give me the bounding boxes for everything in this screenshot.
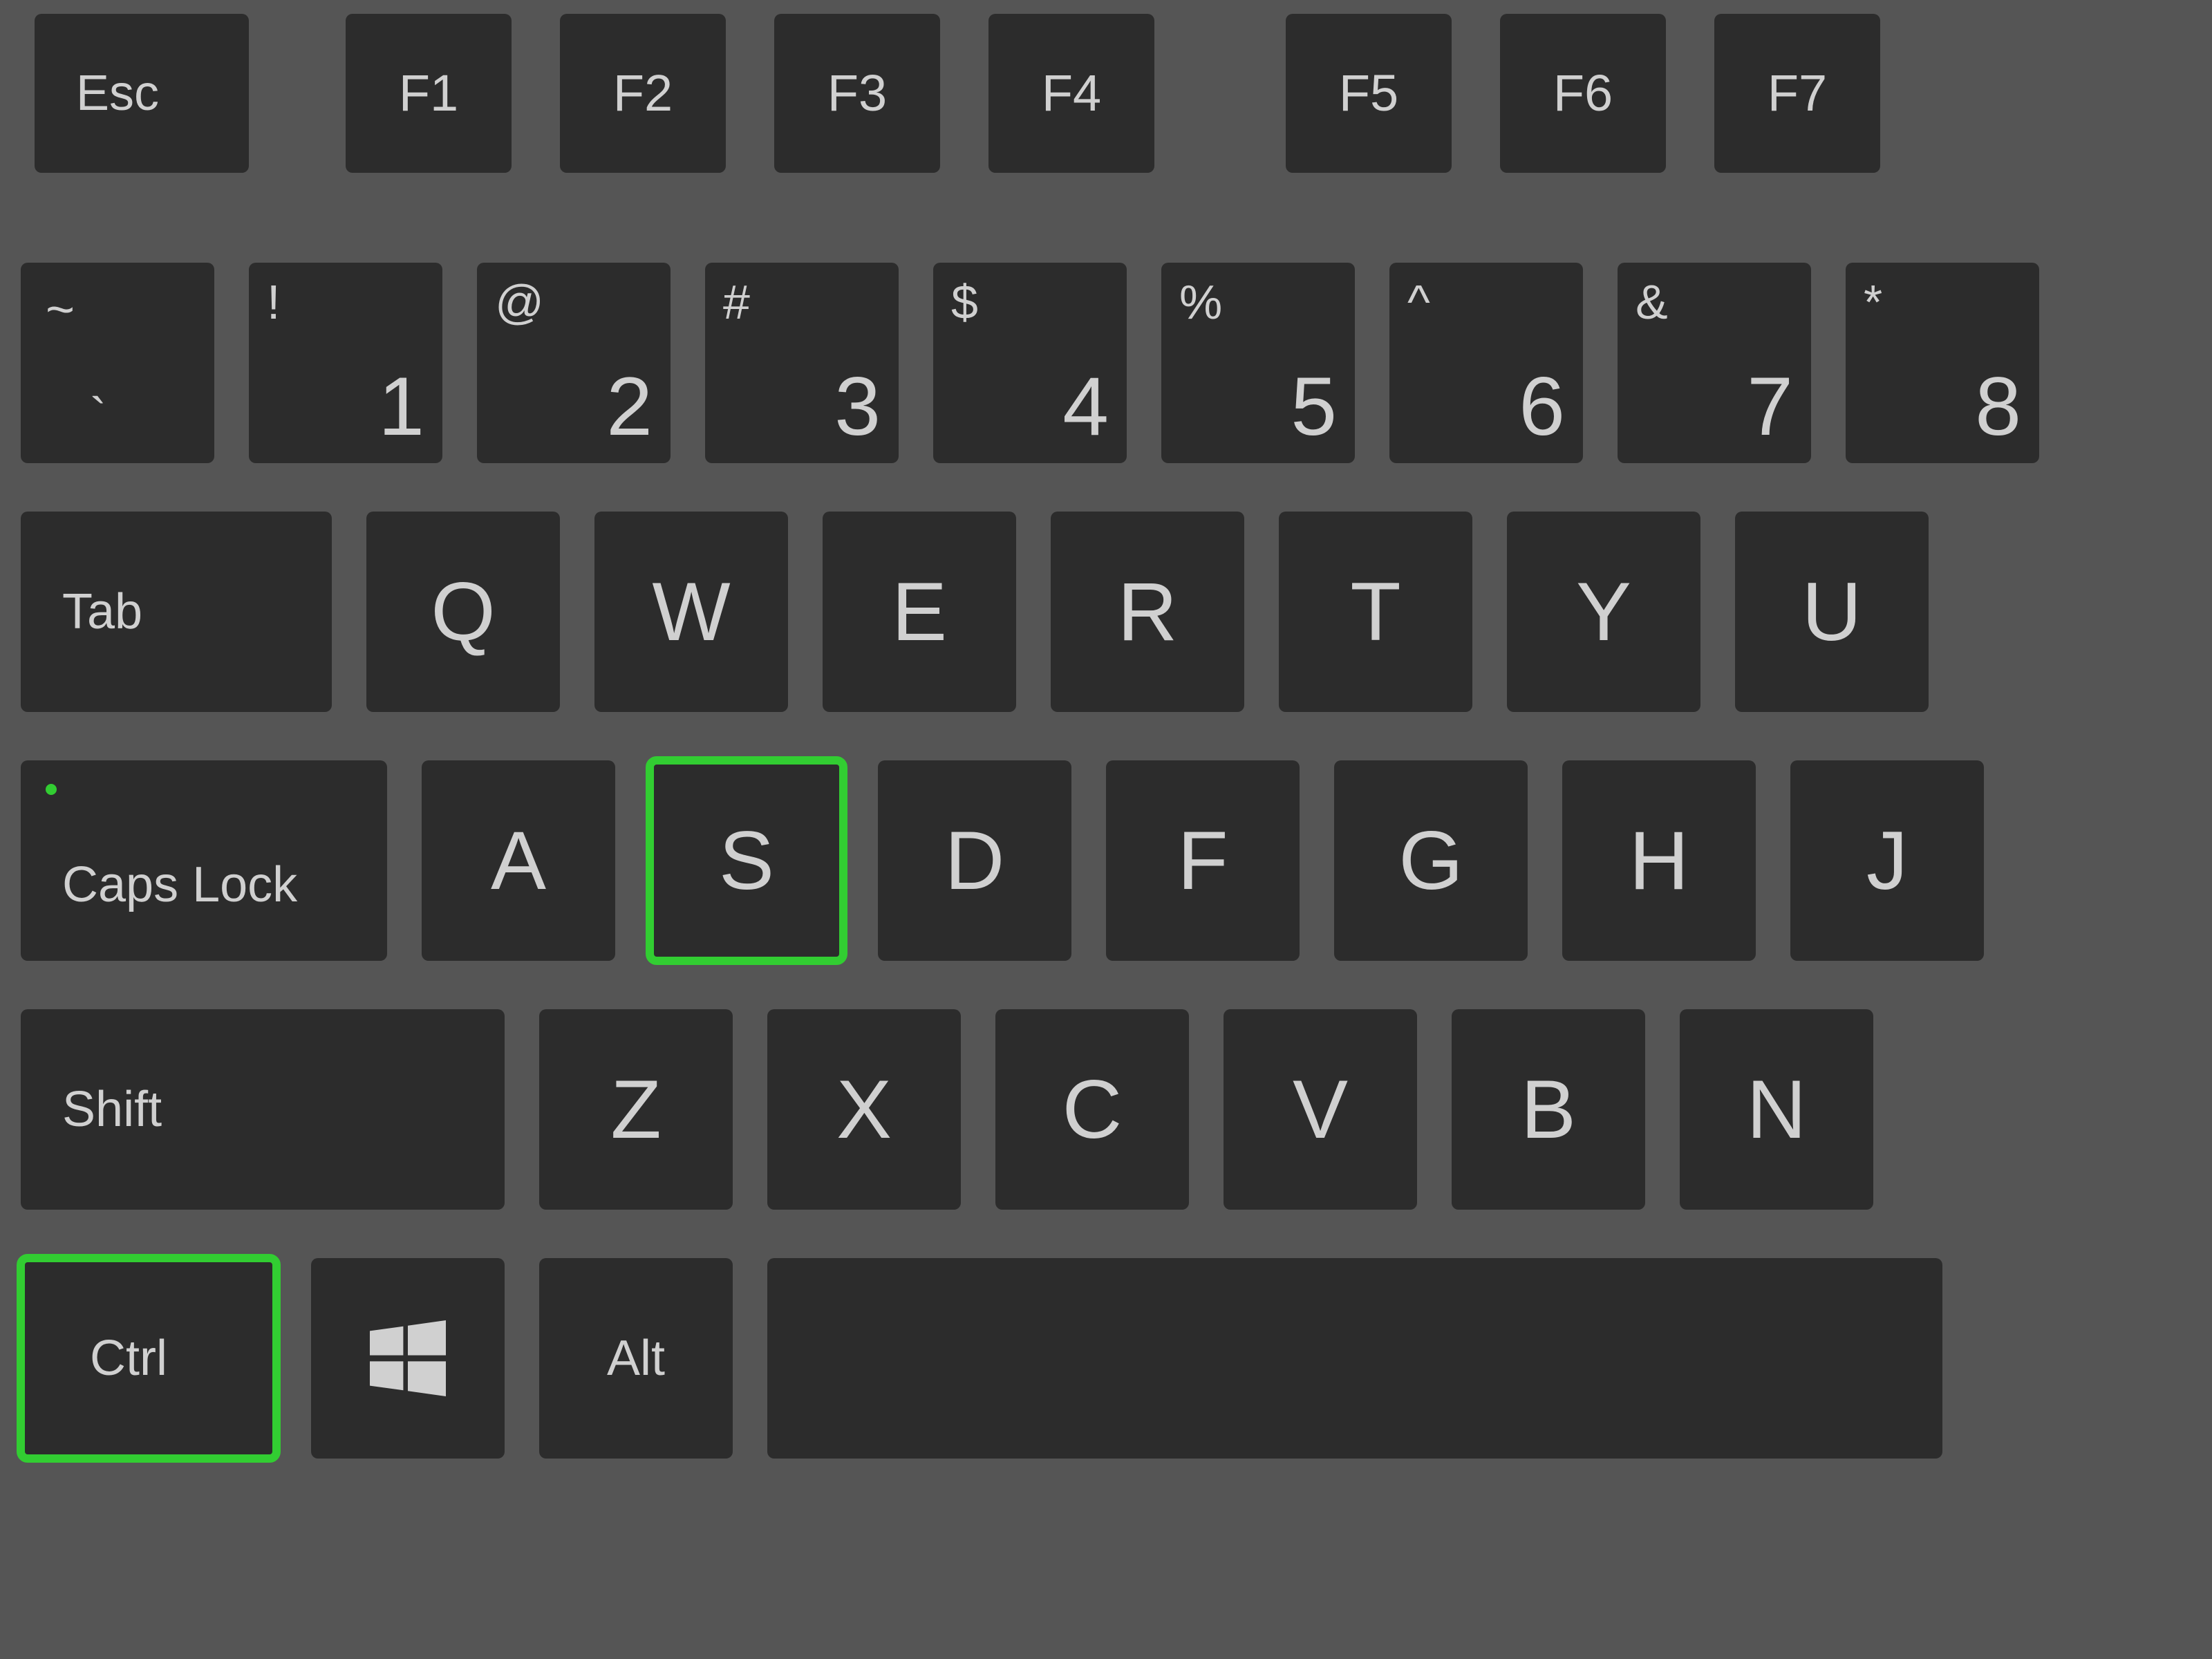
key-w[interactable]: W	[594, 512, 788, 712]
key-tab[interactable]: Tab	[21, 512, 332, 712]
key-s[interactable]: S	[650, 760, 843, 961]
key-j[interactable]: J	[1790, 760, 1984, 961]
key-f[interactable]: F	[1106, 760, 1300, 961]
key-alt-label: Alt	[607, 1333, 665, 1383]
key-4-upper: $	[951, 278, 978, 326]
key-1-upper: !	[267, 278, 280, 326]
key-3-upper: #	[723, 278, 750, 326]
key-tilde[interactable]: ~ `	[21, 263, 214, 463]
key-f2[interactable]: F2	[560, 14, 726, 173]
key-d-label: D	[945, 819, 1005, 902]
key-f2-label: F2	[613, 68, 673, 119]
windows-logo-icon	[370, 1320, 446, 1396]
key-tilde-lower: `	[90, 391, 106, 441]
key-7[interactable]: & 7	[1618, 263, 1811, 463]
key-f1[interactable]: F1	[346, 14, 512, 173]
key-8[interactable]: * 8	[1846, 263, 2039, 463]
key-ctrl[interactable]: Ctrl	[21, 1258, 276, 1459]
key-r[interactable]: R	[1051, 512, 1244, 712]
key-z-label: Z	[610, 1068, 661, 1151]
key-f4-label: F4	[1042, 68, 1101, 119]
key-2-upper: @	[495, 278, 544, 326]
key-3-lower: 3	[834, 365, 881, 448]
key-shift[interactable]: Shift	[21, 1009, 505, 1210]
key-d[interactable]: D	[878, 760, 1071, 961]
key-5-lower: 5	[1291, 365, 1337, 448]
key-f3[interactable]: F3	[774, 14, 940, 173]
key-2[interactable]: @ 2	[477, 263, 671, 463]
key-b-label: B	[1521, 1068, 1576, 1151]
key-x[interactable]: X	[767, 1009, 961, 1210]
key-alt[interactable]: Alt	[539, 1258, 733, 1459]
key-h-label: H	[1629, 819, 1689, 902]
key-3[interactable]: # 3	[705, 263, 899, 463]
keyboard: Esc F1 F2 F3 F4 F5 F6 F7 ~ ` ! 1 @ 2 # 3…	[0, 0, 2212, 1659]
key-f5-label: F5	[1339, 68, 1398, 119]
key-v-label: V	[1293, 1068, 1348, 1151]
key-x-label: X	[836, 1068, 892, 1151]
key-e[interactable]: E	[823, 512, 1016, 712]
key-h[interactable]: H	[1562, 760, 1756, 961]
key-g[interactable]: G	[1334, 760, 1528, 961]
key-5[interactable]: % 5	[1161, 263, 1355, 463]
key-6-upper: ^	[1407, 278, 1430, 326]
key-f4[interactable]: F4	[988, 14, 1154, 173]
key-4-lower: 4	[1062, 365, 1109, 448]
key-a-label: A	[491, 819, 546, 902]
key-f7-label: F7	[1768, 68, 1827, 119]
key-v[interactable]: V	[1224, 1009, 1417, 1210]
key-5-upper: %	[1179, 278, 1222, 326]
key-1[interactable]: ! 1	[249, 263, 442, 463]
key-n[interactable]: N	[1680, 1009, 1873, 1210]
key-f6[interactable]: F6	[1500, 14, 1666, 173]
key-tilde-upper: ~	[46, 285, 75, 335]
key-f7[interactable]: F7	[1714, 14, 1880, 173]
key-f3-label: F3	[827, 68, 887, 119]
key-t[interactable]: T	[1279, 512, 1472, 712]
key-f1-label: F1	[399, 68, 458, 119]
caps-lock-indicator-icon	[46, 784, 57, 795]
key-shift-label: Shift	[62, 1085, 162, 1134]
key-q-label: Q	[431, 570, 495, 653]
key-2-lower: 2	[606, 365, 653, 448]
key-4[interactable]: $ 4	[933, 263, 1127, 463]
key-esc-label: Esc	[76, 68, 159, 118]
key-6-lower: 6	[1519, 365, 1565, 448]
key-c[interactable]: C	[995, 1009, 1189, 1210]
key-e-label: E	[892, 570, 947, 653]
key-7-lower: 7	[1747, 365, 1793, 448]
key-caps-lock[interactable]: Caps Lock	[21, 760, 387, 961]
key-windows[interactable]	[311, 1258, 505, 1459]
key-y[interactable]: Y	[1507, 512, 1700, 712]
key-r-label: R	[1118, 570, 1178, 653]
key-6[interactable]: ^ 6	[1389, 263, 1583, 463]
key-t-label: T	[1350, 570, 1400, 653]
key-n-label: N	[1747, 1068, 1807, 1151]
key-tab-label: Tab	[62, 587, 142, 637]
key-z[interactable]: Z	[539, 1009, 733, 1210]
key-y-label: Y	[1576, 570, 1631, 653]
key-8-upper: *	[1864, 278, 1882, 326]
key-u[interactable]: U	[1735, 512, 1929, 712]
key-c-label: C	[1062, 1068, 1123, 1151]
key-1-lower: 1	[378, 365, 424, 448]
key-q[interactable]: Q	[366, 512, 560, 712]
key-f6-label: F6	[1553, 68, 1613, 119]
key-8-lower: 8	[1975, 365, 2021, 448]
key-ctrl-label: Ctrl	[90, 1333, 167, 1383]
key-b[interactable]: B	[1452, 1009, 1645, 1210]
key-s-label: S	[719, 819, 774, 902]
key-w-label: W	[652, 570, 730, 653]
key-a[interactable]: A	[422, 760, 615, 961]
key-f-label: F	[1177, 819, 1228, 902]
key-space[interactable]	[767, 1258, 1942, 1459]
key-caps-lock-label: Caps Lock	[62, 860, 297, 910]
key-f5[interactable]: F5	[1286, 14, 1452, 173]
key-esc[interactable]: Esc	[35, 14, 249, 173]
key-u-label: U	[1802, 570, 1862, 653]
key-g-label: G	[1398, 819, 1463, 902]
key-7-upper: &	[1635, 278, 1668, 326]
key-j-label: J	[1866, 819, 1908, 902]
